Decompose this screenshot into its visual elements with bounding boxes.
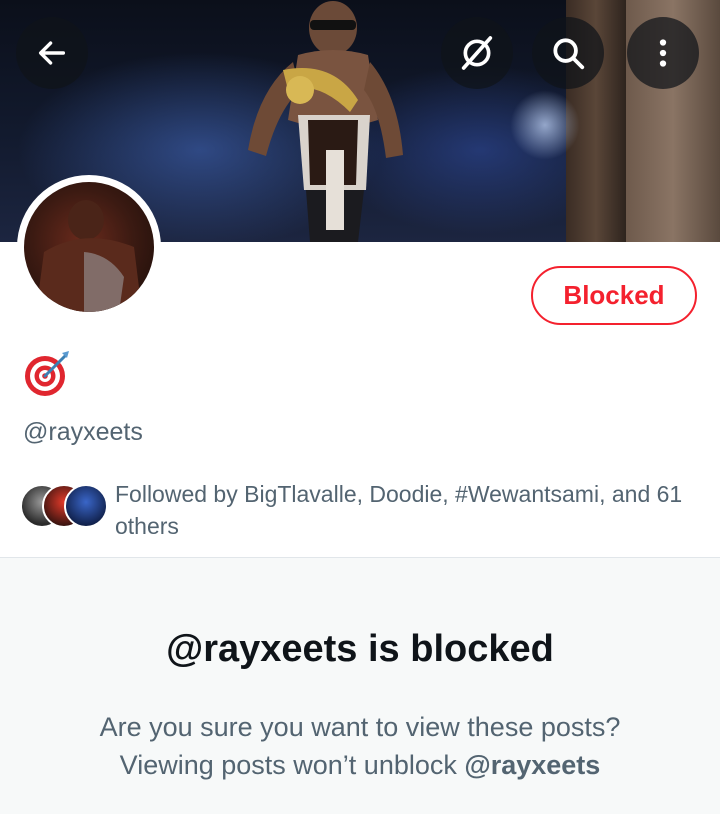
arrow-left-icon bbox=[38, 41, 66, 65]
blocked-notice-line1: Are you sure you want to view these post… bbox=[99, 712, 621, 742]
mutual-follower-avatars bbox=[20, 484, 110, 532]
profile-handle: @rayxeets bbox=[23, 418, 143, 446]
banner-wrestler-figure bbox=[248, 1, 403, 242]
blocked-button[interactable]: Blocked bbox=[531, 266, 697, 325]
back-button[interactable] bbox=[16, 17, 88, 89]
blocked-notice-handle: @rayxeets bbox=[464, 750, 601, 780]
more-options-button[interactable] bbox=[627, 17, 699, 89]
direct-hit-target-icon bbox=[25, 351, 69, 396]
blocked-notice-line2: Viewing posts won’t unblock @rayxeets bbox=[0, 746, 720, 784]
avatar-figure bbox=[36, 200, 142, 312]
followed-by-text: Followed by BigTlavalle, Doodie, #Wewant… bbox=[115, 481, 683, 539]
profile-avatar[interactable] bbox=[17, 175, 161, 319]
more-vertical-icon bbox=[659, 39, 667, 67]
search-icon bbox=[553, 38, 585, 70]
blocked-notice-title: @rayxeets is blocked bbox=[166, 628, 554, 670]
followers-you-know[interactable]: Followed by BigTlavalle, Doodie, #Wewant… bbox=[20, 478, 700, 544]
search-button[interactable] bbox=[532, 17, 604, 89]
grok-icon bbox=[461, 36, 493, 70]
grok-button[interactable] bbox=[441, 17, 513, 89]
banner-stage-light bbox=[510, 90, 580, 160]
avatar bbox=[64, 484, 108, 528]
blocked-notice-line2-text: Viewing posts won’t unblock bbox=[119, 750, 465, 780]
avatar-image bbox=[24, 182, 154, 312]
blocked-notice-message: Are you sure you want to view these post… bbox=[0, 708, 720, 784]
